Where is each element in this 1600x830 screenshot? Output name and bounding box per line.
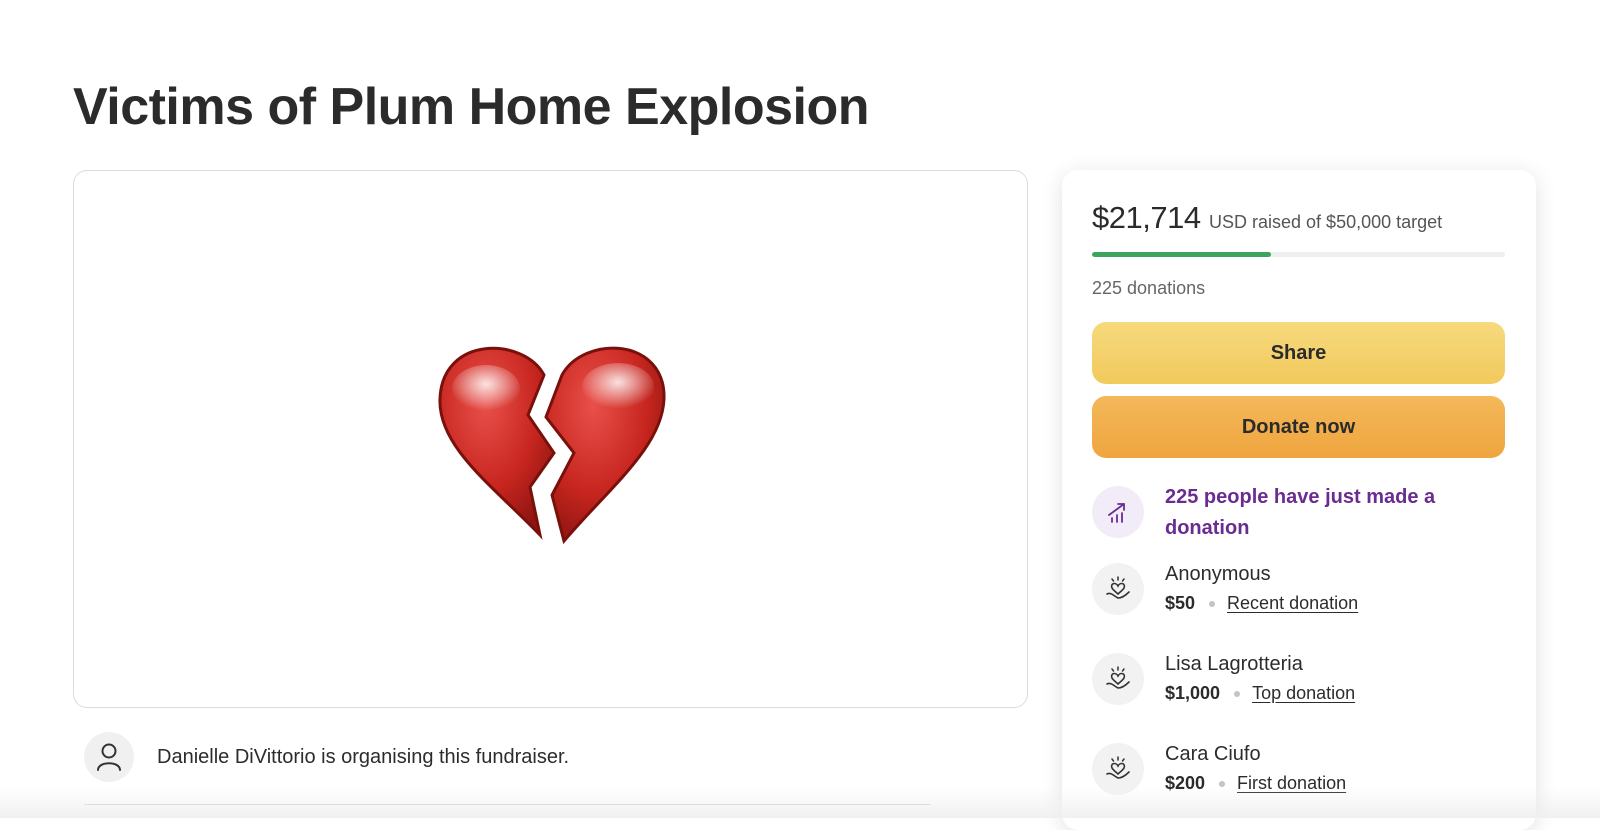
donor-item: Anonymous $50 Recent donation [1092, 563, 1505, 623]
donor-amount: $50 [1165, 593, 1196, 613]
donor-name: Anonymous [1165, 563, 1271, 585]
donation-panel: $21,714 USD raised of $50,000 target 225… [1062, 170, 1536, 830]
donor-tag-link[interactable]: Recent donation [1227, 593, 1358, 614]
separator-dot [1219, 780, 1226, 787]
organiser-text: Danielle DiVittorio is organising this f… [157, 746, 570, 768]
donor-name: Lisa Lagrotteria [1165, 653, 1303, 675]
organiser-row: Danielle DiVittorio is organising this f… [84, 732, 930, 804]
donor-meta: $50 Recent donation [1165, 593, 1358, 614]
donor-amount: $1,000 [1165, 683, 1221, 703]
divider [84, 804, 930, 805]
heart-in-hand-icon [1092, 653, 1144, 705]
share-button[interactable]: Share [1092, 322, 1505, 384]
donor-item: Cara Ciufo $200 First donation [1092, 743, 1505, 803]
broken-heart-icon [438, 346, 666, 545]
donor-tag-link[interactable]: First donation [1237, 773, 1346, 794]
amount-target: USD raised of $50,000 target [1209, 212, 1443, 232]
amount-raised: $21,714 USD raised of $50,000 target [1092, 200, 1442, 236]
donor-amount: $200 [1165, 773, 1206, 793]
separator-dot [1234, 690, 1241, 697]
activity-text: 225 people have just made a donation [1165, 486, 1436, 539]
campaign-image [73, 170, 1028, 708]
progress-bar [1092, 252, 1505, 257]
donor-meta: $1,000 Top donation [1165, 683, 1355, 704]
page-title: Victims of Plum Home Explosion [73, 78, 869, 136]
donor-tag-link[interactable]: Top donation [1252, 683, 1355, 704]
amount-value: $21,714 [1092, 200, 1201, 235]
donation-count: 225 donations [1092, 278, 1206, 298]
donor-meta: $200 First donation [1165, 773, 1346, 794]
recent-activity-banner: 225 people have just made a donation [1092, 482, 1505, 552]
donor-item: Lisa Lagrotteria $1,000 Top donation [1092, 653, 1505, 713]
donate-now-button[interactable]: Donate now [1092, 396, 1505, 458]
donor-name: Cara Ciufo [1165, 743, 1261, 765]
heart-in-hand-icon [1092, 743, 1144, 795]
trending-up-icon [1092, 486, 1144, 538]
user-icon [84, 732, 134, 782]
progress-fill [1092, 252, 1272, 257]
separator-dot [1209, 600, 1216, 607]
heart-in-hand-icon [1092, 563, 1144, 615]
